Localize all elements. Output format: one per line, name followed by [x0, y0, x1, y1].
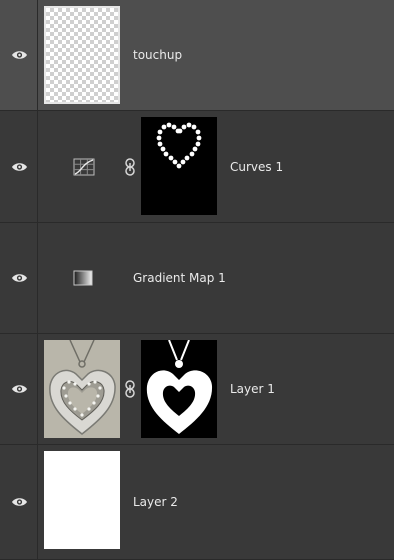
- layer-name[interactable]: Gradient Map 1: [133, 271, 226, 285]
- visibility-toggle[interactable]: [0, 0, 38, 110]
- layer-name[interactable]: Layer 2: [133, 495, 178, 509]
- visibility-toggle[interactable]: [0, 223, 38, 333]
- layer-row-curves-1[interactable]: Curves 1: [0, 111, 394, 223]
- heart-pendant-mask-image: [146, 340, 213, 434]
- chain-link-icon[interactable]: [124, 380, 136, 398]
- layer-mask-thumbnail[interactable]: [141, 117, 217, 215]
- eye-icon[interactable]: [11, 383, 28, 395]
- eye-icon[interactable]: [11, 49, 28, 61]
- eye-icon[interactable]: [11, 272, 28, 284]
- chain-link-icon[interactable]: [124, 157, 136, 176]
- eye-icon[interactable]: [11, 496, 28, 508]
- layer-row-gradient-map-1[interactable]: Gradient Map 1: [0, 223, 394, 334]
- layer-mask-thumbnail[interactable]: [141, 340, 217, 438]
- gradient-map-icon[interactable]: [73, 270, 93, 286]
- curves-icon[interactable]: [73, 158, 95, 176]
- layer-thumbnail[interactable]: [44, 340, 120, 438]
- layer-name[interactable]: Layer 1: [230, 382, 275, 396]
- layer-thumbnail[interactable]: [44, 6, 120, 104]
- visibility-toggle[interactable]: [0, 111, 38, 222]
- layer-row-layer-2[interactable]: Layer 2: [0, 445, 394, 560]
- visibility-toggle[interactable]: [0, 334, 38, 444]
- layer-name[interactable]: Curves 1: [230, 160, 283, 174]
- layers-panel: touchup Curves 1 Gradient Map 1 Layer 1 …: [0, 0, 394, 560]
- layer-row-touchup[interactable]: touchup: [0, 0, 394, 111]
- layer-thumbnail[interactable]: [44, 451, 120, 549]
- layer-row-layer-1[interactable]: Layer 1: [0, 334, 394, 445]
- layer-name[interactable]: touchup: [133, 48, 182, 62]
- heart-pendant-photo-image: [44, 340, 120, 438]
- eye-icon[interactable]: [11, 161, 28, 173]
- heart-beads-mask-image: [156, 122, 202, 169]
- visibility-toggle[interactable]: [0, 445, 38, 559]
